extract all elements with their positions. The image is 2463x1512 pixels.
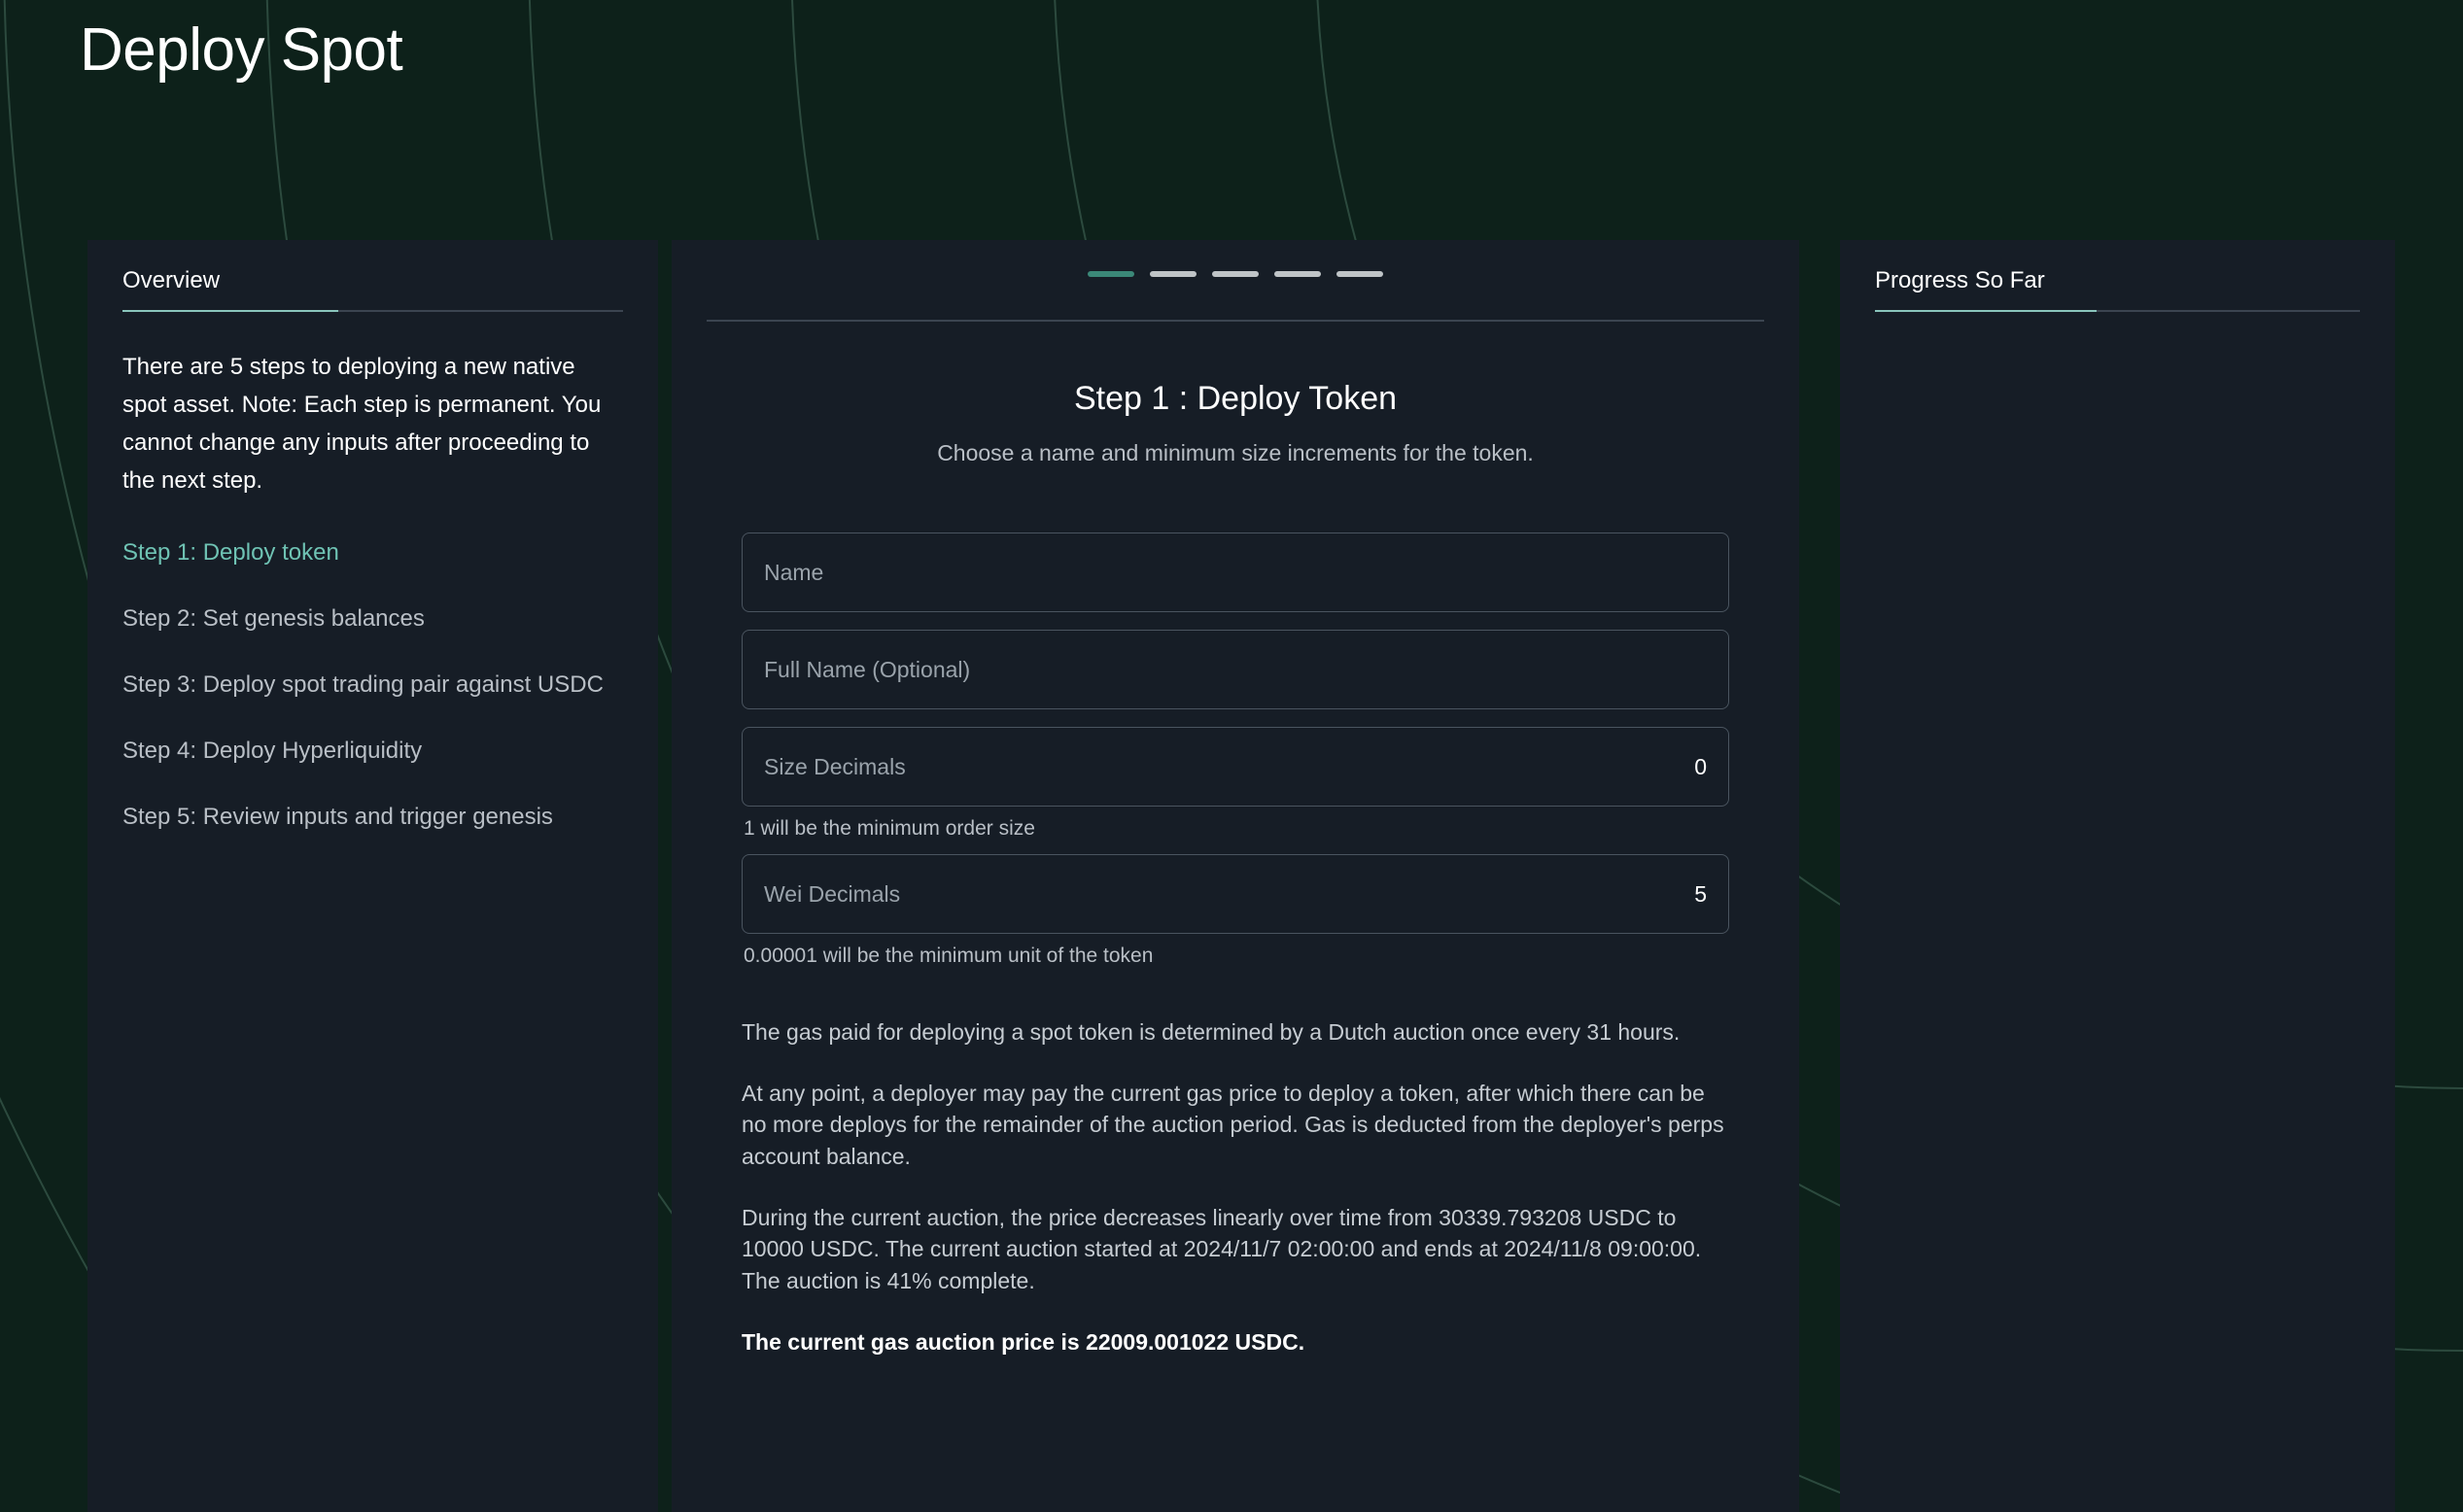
main-columns: Overview There are 5 steps to deploying …	[0, 240, 2463, 1512]
page-title: Deploy Spot	[80, 20, 402, 81]
overview-panel-header: Overview	[87, 240, 658, 312]
step-form-body: Step 1 : Deploy Token Choose a name and …	[672, 322, 1799, 1357]
size-decimals-hint: 1 will be the minimum order size	[744, 818, 1729, 839]
full-name-input[interactable]: Full Name (Optional)	[742, 630, 1729, 709]
step-form-column: Step 1 : Deploy Token Choose a name and …	[672, 240, 1799, 1512]
overview-intro-text: There are 5 steps to deploying a new nat…	[122, 349, 623, 500]
step-progress-header	[672, 240, 1799, 322]
overview-step-list: Step 1: Deploy token Step 2: Set genesis…	[122, 541, 623, 829]
step-subtitle: Choose a name and minimum size increment…	[742, 442, 1729, 464]
sidebar-item-step-2[interactable]: Step 2: Set genesis balances	[122, 607, 623, 631]
progress-column: Progress So Far	[1840, 240, 2395, 1512]
step-progress-bar-1[interactable]	[1088, 271, 1134, 277]
progress-panel-header: Progress So Far	[1840, 240, 2395, 312]
tab-progress-so-far[interactable]: Progress So Far	[1875, 267, 2045, 312]
sidebar-item-step-4[interactable]: Step 4: Deploy Hyperliquidity	[122, 739, 623, 763]
name-input-placeholder: Name	[764, 560, 1707, 586]
step-progress-bar-5[interactable]	[1336, 271, 1383, 277]
step-progress-bars	[672, 271, 1799, 277]
auction-note-2: At any point, a deployer may pay the cur…	[742, 1078, 1729, 1173]
overview-panel: Overview There are 5 steps to deploying …	[87, 240, 658, 1512]
sidebar-item-step-1[interactable]: Step 1: Deploy token	[122, 541, 623, 565]
sidebar-item-step-3[interactable]: Step 3: Deploy spot trading pair against…	[122, 673, 623, 697]
token-form: Name Full Name (Optional) Size Decimals …	[742, 533, 1729, 966]
overview-active-tab-indicator	[122, 310, 338, 312]
auction-note-3: During the current auction, the price de…	[742, 1202, 1729, 1297]
step-progress-bar-2[interactable]	[1150, 271, 1197, 277]
wei-decimals-hint: 0.00001 will be the minimum unit of the …	[744, 945, 1729, 966]
wei-decimals-input[interactable]: Wei Decimals 5	[742, 854, 1729, 934]
size-decimals-input[interactable]: Size Decimals 0	[742, 727, 1729, 807]
page-header: Deploy Spot	[0, 0, 2463, 101]
progress-active-tab-indicator	[1875, 310, 2097, 312]
progress-panel-body	[1840, 312, 2395, 349]
step-header-rule	[707, 320, 1764, 322]
size-decimals-placeholder: Size Decimals	[764, 754, 1694, 780]
progress-panel: Progress So Far	[1840, 240, 2395, 1512]
sidebar-item-step-5[interactable]: Step 5: Review inputs and trigger genesi…	[122, 806, 623, 829]
step-progress-bar-3[interactable]	[1212, 271, 1259, 277]
name-input[interactable]: Name	[742, 533, 1729, 612]
step-title: Step 1 : Deploy Token	[742, 382, 1729, 415]
size-decimals-value: 0	[1694, 754, 1707, 780]
tab-overview[interactable]: Overview	[122, 267, 220, 312]
auction-note-1: The gas paid for deploying a spot token …	[742, 1016, 1729, 1048]
wei-decimals-value: 5	[1694, 881, 1707, 908]
overview-column: Overview There are 5 steps to deploying …	[87, 240, 658, 1512]
step-progress-bar-4[interactable]	[1274, 271, 1321, 277]
auction-notes: The gas paid for deploying a spot token …	[742, 1016, 1729, 1357]
full-name-input-placeholder: Full Name (Optional)	[764, 657, 1707, 683]
current-gas-auction-price: The current gas auction price is 22009.0…	[742, 1326, 1729, 1358]
step-form-panel: Step 1 : Deploy Token Choose a name and …	[672, 240, 1799, 1512]
wei-decimals-placeholder: Wei Decimals	[764, 881, 1694, 908]
overview-body: There are 5 steps to deploying a new nat…	[87, 312, 658, 829]
